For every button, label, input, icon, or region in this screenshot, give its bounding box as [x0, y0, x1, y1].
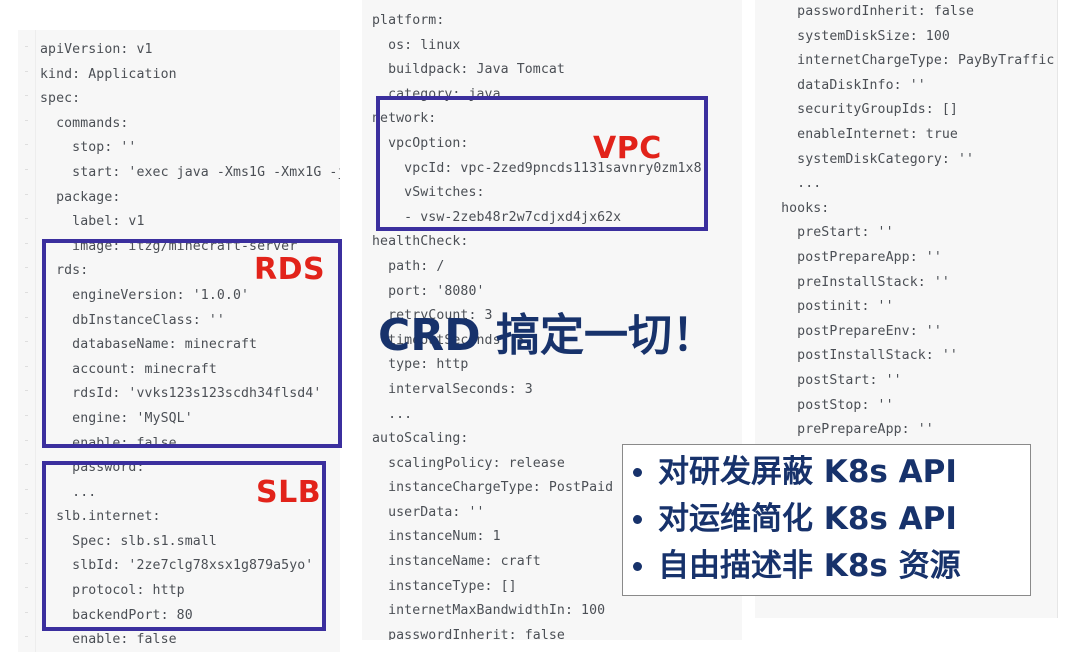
code-line: engineVersion: '1.0.0'	[40, 287, 250, 303]
code-line: dbInstanceClass: ''	[40, 312, 225, 328]
code-line: port: '8080'	[372, 283, 485, 299]
bullet-dot-icon	[633, 562, 642, 571]
code-line: - vsw-2zeb48r2w7cdjxd4jx62x	[372, 209, 622, 225]
code-line: engine: 'MySQL'	[40, 410, 193, 426]
code-block-right: passwordInherit: false systemDiskSize: 1…	[755, 0, 1057, 443]
code-line: Spec: slb.s1.small	[40, 533, 217, 549]
code-line: systemDiskCategory: ''	[765, 151, 975, 167]
code-line: systemDiskSize: 100	[765, 28, 950, 44]
code-line: spec:	[40, 91, 81, 107]
code-line: internetChargeType: PayByTraffic	[765, 53, 1055, 69]
callout-bullet-text: 对研发屏蔽 K8s API	[658, 454, 957, 490]
annotation-label-slb: SLB	[256, 475, 322, 510]
code-line: slbId: '2ze7clg78xsx1g879a5yo'	[40, 558, 314, 574]
code-line: apiVersion: v1	[40, 42, 153, 57]
code-line: protocol: http	[40, 583, 185, 599]
code-line: ...	[765, 176, 822, 192]
code-line: label: v1	[40, 214, 145, 230]
code-line: healthCheck:	[372, 234, 469, 250]
code-line: backendPort: 80	[40, 607, 193, 623]
list-item: 自由描述非 K8s 资源	[629, 543, 1024, 590]
code-line: preInstallStack: ''	[765, 274, 950, 290]
code-line: prePrepareApp: ''	[765, 422, 934, 438]
bullet-dot-icon	[633, 468, 642, 477]
code-line: start: 'exec java -Xms1G -Xmx1G -jar s	[72, 164, 340, 180]
code-line: postStop: ''	[765, 397, 894, 413]
list-item: 对运维简化 K8s API	[629, 496, 1024, 543]
bullet-dot-icon	[633, 515, 642, 524]
code-line: account: minecraft	[40, 361, 217, 377]
code-line: category: java	[372, 86, 501, 102]
panel-divider-right	[1057, 0, 1058, 618]
code-line: enableInternet: true	[765, 126, 958, 142]
code-line: buildpack: Java Tomcat	[372, 62, 565, 78]
code-line: vSwitches:	[372, 185, 485, 201]
code-line: platform:	[372, 13, 445, 28]
callout-bullet-text: 对运维简化 K8s API	[658, 501, 957, 537]
annotation-label-vpc: VPC	[593, 131, 662, 166]
code-line: databaseName: minecraft	[40, 337, 258, 353]
code-line: os: linux	[372, 37, 461, 53]
code-line: ...	[372, 406, 413, 422]
code-line: postInstallStack: ''	[765, 348, 958, 364]
code-line: preStart: ''	[765, 225, 894, 241]
code-line: postinit: ''	[765, 299, 894, 315]
code-line: enable: false	[40, 435, 177, 451]
code-block-left: apiVersion: v1 kind: Application spec: com…	[18, 30, 340, 652]
list-item: 对研发屏蔽 K8s API	[629, 449, 1024, 496]
code-line: kind: Application	[40, 66, 177, 82]
code-line: vpcId: vpc-2zed9pncds1131savnry0zm1x8	[372, 160, 702, 176]
slide-canvas: apiVersion: v1 kind: Application spec: com…	[0, 0, 1080, 652]
code-line: stop: ''	[40, 140, 137, 156]
code-line: intervalSeconds: 3	[372, 381, 533, 397]
code-line: path: /	[372, 258, 445, 274]
code-line: rdsId: 'vvks123s123scdh34flsd4'	[40, 386, 322, 402]
code-line: vpcOption:	[372, 135, 469, 151]
code-line: postPrepareEnv: ''	[765, 323, 942, 339]
callout-bullet-list: 对研发屏蔽 K8s API 对运维简化 K8s API 自由描述非 K8s 资源	[629, 449, 1024, 590]
code-line: commands:	[40, 115, 129, 131]
callout-bullet-text: 自由描述非 K8s 资源	[658, 548, 961, 584]
code-line: package:	[40, 189, 121, 205]
code-line: internetMaxBandwidthIn: 100	[372, 603, 606, 619]
code-line: passwordInherit: false	[765, 4, 975, 19]
code-line: enable: false	[40, 632, 177, 648]
code-line: passwordInherit: false	[372, 627, 565, 640]
code-line: securityGroupIds: []	[765, 102, 958, 118]
code-line: network:	[372, 111, 437, 127]
code-line: postStart: ''	[765, 372, 902, 388]
headline-text: CRD 搞定一切！	[378, 310, 717, 361]
annotation-label-rds: RDS	[254, 252, 326, 287]
code-line: hooks:	[765, 200, 830, 216]
callout-box: 对研发屏蔽 K8s API 对运维简化 K8s API 自由描述非 K8s 资源	[622, 444, 1031, 596]
code-line: postPrepareApp: ''	[765, 249, 942, 265]
code-panel-left: apiVersion: v1 kind: Application spec: com…	[18, 30, 340, 652]
code-line: dataDiskInfo: ''	[765, 77, 926, 93]
